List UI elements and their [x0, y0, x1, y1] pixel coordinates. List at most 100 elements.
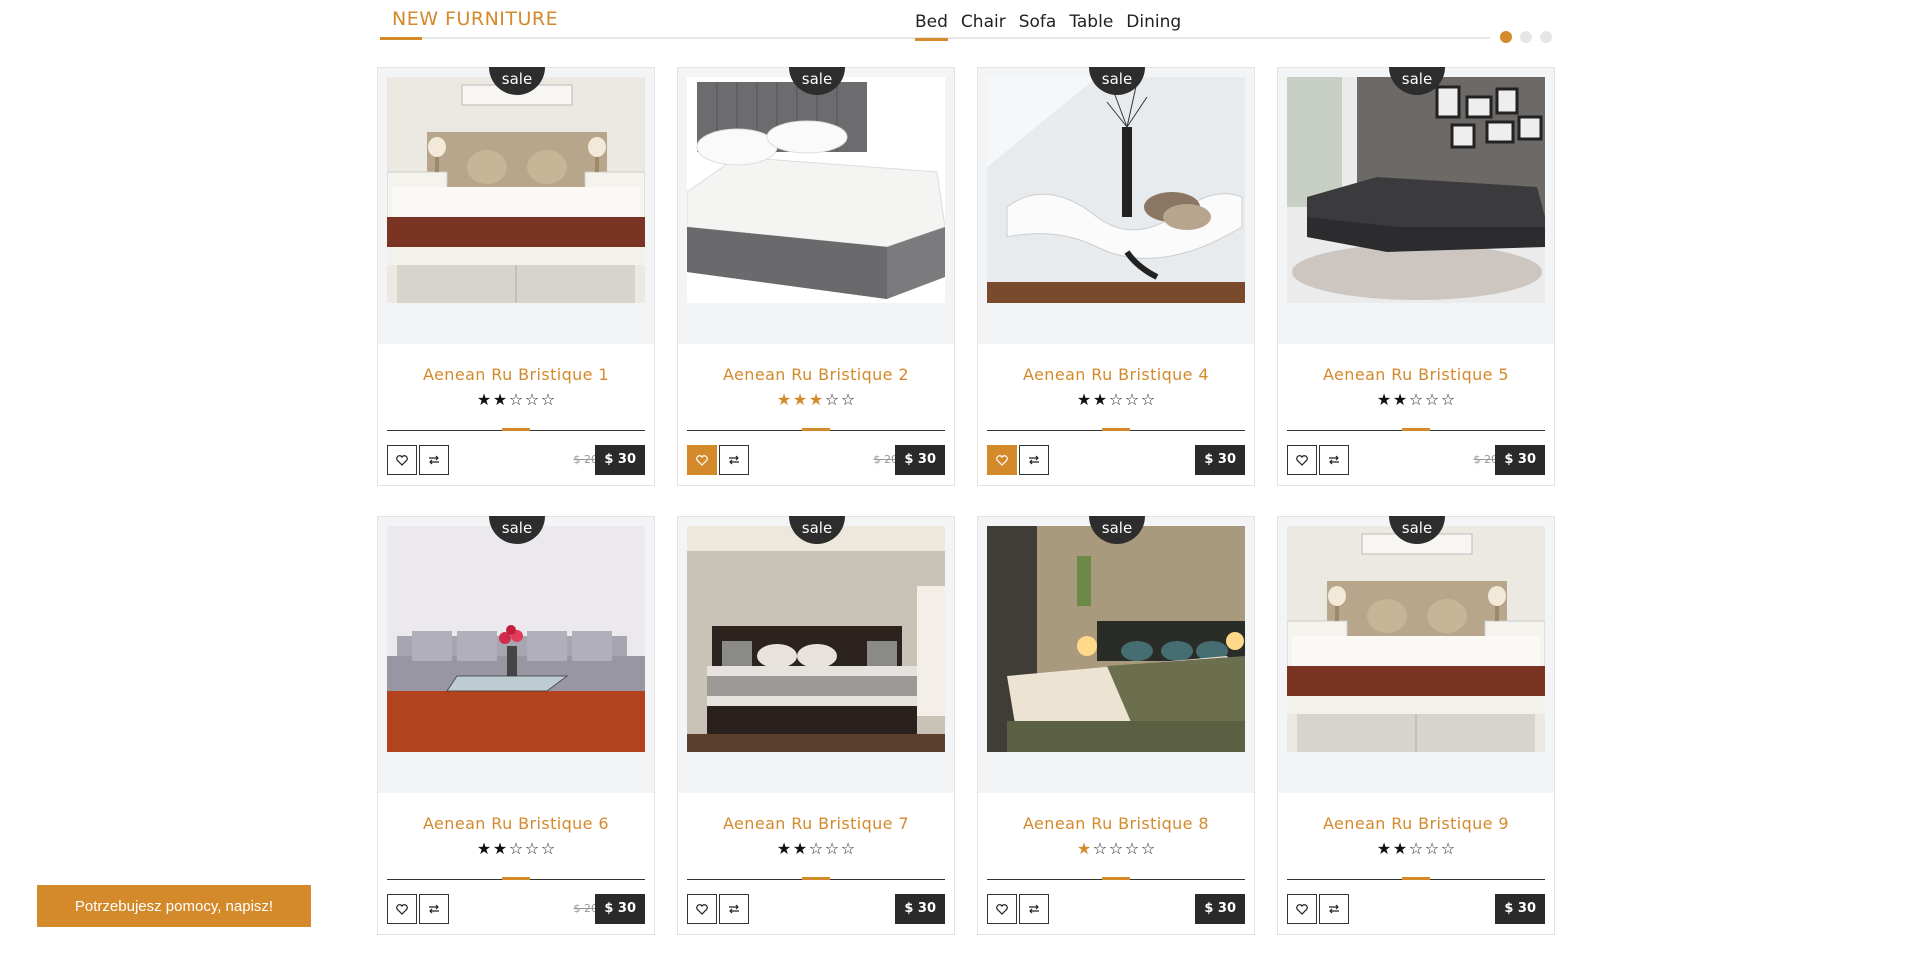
product-image[interactable]	[987, 526, 1245, 752]
tab-bed[interactable]: Bed	[915, 12, 948, 41]
star-filled-icon: ★	[808, 390, 824, 409]
star-filled-icon: ★	[776, 839, 792, 858]
product-name[interactable]: Aenean Ru Bristique 6	[378, 814, 654, 833]
compare-arrows-icon	[1028, 900, 1040, 919]
product-image[interactable]	[687, 77, 945, 303]
product-image[interactable]	[687, 526, 945, 752]
star-filled-icon: ★	[492, 839, 508, 858]
product-image[interactable]	[987, 77, 1245, 303]
star-empty-icon: ☆	[1424, 839, 1440, 858]
product-card[interactable]: sale Aenean Ru Bristique 7 ★ ★ ☆ ☆ ☆ $ 30	[677, 516, 955, 935]
price-tag: $ 30	[895, 894, 945, 924]
product-card[interactable]: sale Aenean Ru Bristique 5 ★ ★ ☆ ☆ ☆ $ 20 $ …	[1277, 67, 1555, 486]
heart-icon	[696, 900, 708, 919]
wishlist-button[interactable]	[387, 445, 417, 475]
wishlist-button[interactable]	[687, 894, 717, 924]
divider-accent	[1102, 428, 1130, 431]
price-tag: $ 30	[1195, 894, 1245, 924]
product-image-area	[678, 517, 954, 793]
tab-dining[interactable]: Dining	[1126, 12, 1181, 41]
star-empty-icon: ☆	[1140, 839, 1156, 858]
compare-button[interactable]	[419, 894, 449, 924]
star-filled-icon: ★	[476, 839, 492, 858]
slider-dot[interactable]	[1520, 31, 1532, 43]
compare-button[interactable]	[719, 894, 749, 924]
star-empty-icon: ☆	[524, 839, 540, 858]
help-chat-button[interactable]: Potrzebujesz pomocy, napisz!	[37, 885, 311, 927]
star-empty-icon: ☆	[1424, 390, 1440, 409]
product-card[interactable]: sale Aenean Ru Bristique 1 ★ ★ ☆ ☆ ☆ $ 20 $ …	[377, 67, 655, 486]
tab-chair[interactable]: Chair	[961, 12, 1006, 41]
star-filled-icon: ★	[1392, 839, 1408, 858]
star-empty-icon: ☆	[508, 839, 524, 858]
product-card[interactable]: sale Aenean Ru Bristique 8 ★ ☆ ☆ ☆ ☆ $ 30	[977, 516, 1255, 935]
compare-button[interactable]	[1019, 445, 1049, 475]
star-empty-icon: ☆	[508, 390, 524, 409]
tab-sofa[interactable]: Sofa	[1019, 12, 1057, 41]
divider-accent	[802, 428, 830, 431]
wishlist-button[interactable]	[987, 445, 1017, 475]
product-name[interactable]: Aenean Ru Bristique 2	[678, 365, 954, 384]
star-empty-icon: ☆	[540, 390, 556, 409]
product-card[interactable]: sale Aenean Ru Bristique 6 ★ ★ ☆ ☆ ☆ $ 20 $ …	[377, 516, 655, 935]
product-name[interactable]: Aenean Ru Bristique 8	[978, 814, 1254, 833]
product-name[interactable]: Aenean Ru Bristique 9	[1278, 814, 1554, 833]
product-image-area	[978, 68, 1254, 344]
star-empty-icon: ☆	[1092, 839, 1108, 858]
product-card[interactable]: sale Aenean Ru Bristique 9 ★ ★ ☆ ☆ ☆ $ 30	[1277, 516, 1555, 935]
heart-icon	[996, 900, 1008, 919]
product-name[interactable]: Aenean Ru Bristique 4	[978, 365, 1254, 384]
compare-button[interactable]	[1019, 894, 1049, 924]
product-image[interactable]	[1287, 77, 1545, 303]
price-tag: $ 30	[595, 445, 645, 475]
star-empty-icon: ☆	[1440, 839, 1456, 858]
tab-table[interactable]: Table	[1069, 12, 1113, 41]
compare-button[interactable]	[719, 445, 749, 475]
star-empty-icon: ☆	[840, 390, 856, 409]
product-image-area	[378, 68, 654, 344]
wishlist-button[interactable]	[1287, 445, 1317, 475]
divider-accent	[502, 877, 530, 880]
compare-button[interactable]	[419, 445, 449, 475]
slider-dot[interactable]	[1540, 31, 1552, 43]
product-image-area	[1278, 68, 1554, 344]
wishlist-button[interactable]	[987, 894, 1017, 924]
star-filled-icon: ★	[792, 839, 808, 858]
product-image-area	[1278, 517, 1554, 793]
price-tag: $ 30	[1495, 445, 1545, 475]
product-card[interactable]: sale Aenean Ru Bristique 2 ★ ★ ★ ☆ ☆ $ 20 $ …	[677, 67, 955, 486]
compare-button[interactable]	[1319, 445, 1349, 475]
divider-accent	[502, 428, 530, 431]
category-tabs: Bed Chair Sofa Table Dining	[915, 12, 1181, 41]
heart-icon	[1296, 451, 1308, 470]
star-filled-icon: ★	[1376, 839, 1392, 858]
product-rating: ★ ★ ★ ☆ ☆	[678, 390, 954, 409]
product-name[interactable]: Aenean Ru Bristique 5	[1278, 365, 1554, 384]
product-name[interactable]: Aenean Ru Bristique 1	[378, 365, 654, 384]
product-image[interactable]	[1287, 526, 1545, 752]
compare-arrows-icon	[728, 900, 740, 919]
star-filled-icon: ★	[476, 390, 492, 409]
price-tag: $ 30	[1495, 894, 1545, 924]
compare-arrows-icon	[428, 451, 440, 470]
star-filled-icon: ★	[1076, 839, 1092, 858]
wishlist-button[interactable]	[687, 445, 717, 475]
product-rating: ★ ★ ☆ ☆ ☆	[378, 390, 654, 409]
product-name[interactable]: Aenean Ru Bristique 7	[678, 814, 954, 833]
product-card[interactable]: sale Aenean Ru Bristique 4 ★ ★ ☆ ☆ ☆ $ 30	[977, 67, 1255, 486]
wishlist-button[interactable]	[387, 894, 417, 924]
wishlist-button[interactable]	[1287, 894, 1317, 924]
section-header: NEW FURNITURE Bed Chair Sofa Table Dinin…	[380, 0, 1555, 44]
product-rating: ★ ★ ☆ ☆ ☆	[1278, 839, 1554, 858]
star-empty-icon: ☆	[1108, 390, 1124, 409]
product-image[interactable]	[387, 77, 645, 303]
compare-button[interactable]	[1319, 894, 1349, 924]
product-image[interactable]	[387, 526, 645, 752]
star-empty-icon: ☆	[1124, 390, 1140, 409]
slider-dots	[1500, 31, 1552, 43]
section-title: NEW FURNITURE	[392, 8, 559, 30]
slider-dot[interactable]	[1500, 31, 1512, 43]
star-empty-icon: ☆	[1108, 839, 1124, 858]
heart-icon	[996, 451, 1008, 470]
product-rating: ★ ★ ☆ ☆ ☆	[978, 390, 1254, 409]
